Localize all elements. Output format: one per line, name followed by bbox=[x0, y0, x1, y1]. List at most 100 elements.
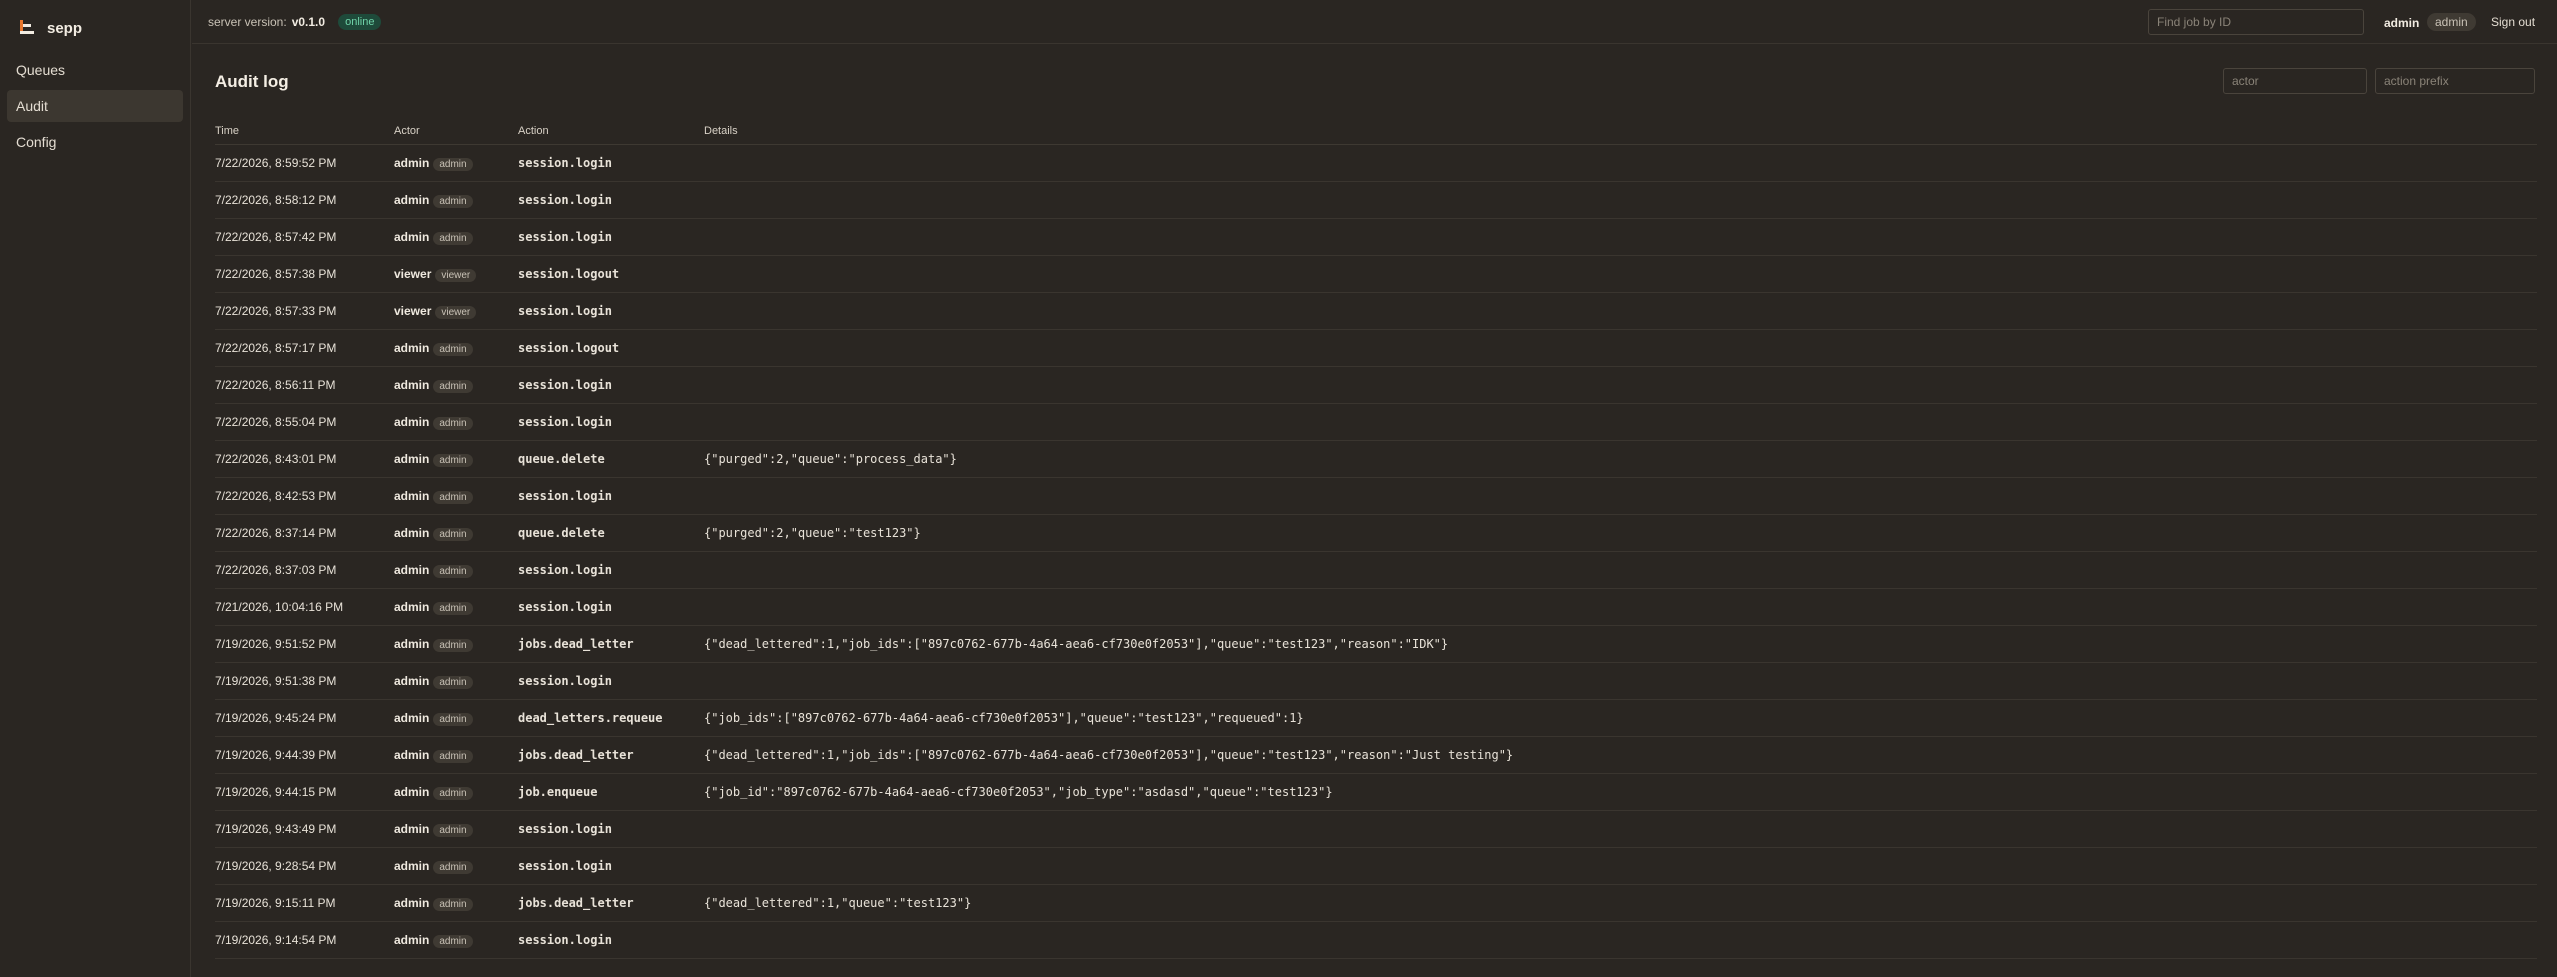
cell-details bbox=[704, 810, 2537, 848]
cell-time: 7/22/2026, 8:58:12 PM bbox=[215, 181, 394, 219]
cell-details bbox=[704, 292, 2537, 330]
cell-action: queue.delete bbox=[518, 440, 704, 478]
actor-role-badge: admin bbox=[433, 194, 473, 208]
sidebar-item-audit[interactable]: Audit bbox=[7, 90, 183, 122]
actor-name: admin bbox=[394, 710, 430, 725]
cell-details bbox=[704, 218, 2537, 256]
cell-actor: admin admin bbox=[394, 329, 518, 367]
actor-name: admin bbox=[394, 488, 430, 503]
actor-name: admin bbox=[394, 451, 430, 466]
audit-table: Time Actor Action Details 7/22/2026, 8:5… bbox=[215, 118, 2537, 959]
actor-name: admin bbox=[394, 414, 430, 429]
cell-action: jobs.dead_letter bbox=[518, 736, 704, 774]
actor-role-badge: viewer bbox=[435, 268, 477, 282]
sidebar-item-config[interactable]: Config bbox=[7, 126, 183, 158]
cell-details bbox=[704, 366, 2537, 404]
actor-role-badge: admin bbox=[433, 675, 473, 689]
cell-time: 7/22/2026, 8:42:53 PM bbox=[215, 477, 394, 515]
cell-action: session.login bbox=[518, 847, 704, 885]
actor-filter-input[interactable] bbox=[2223, 68, 2367, 94]
table-row: 7/22/2026, 8:55:04 PM admin admin session.l… bbox=[215, 403, 2537, 441]
table-row: 7/22/2026, 8:57:38 PM viewer viewer session… bbox=[215, 255, 2537, 293]
brand[interactable]: sepp bbox=[17, 17, 82, 39]
cell-action: session.login bbox=[518, 292, 704, 330]
current-user-name: admin bbox=[2384, 16, 2420, 30]
column-header-action: Action bbox=[518, 118, 704, 145]
cell-details bbox=[704, 144, 2537, 182]
cell-action: session.login bbox=[518, 181, 704, 219]
cell-action: session.login bbox=[518, 144, 704, 182]
table-row: 7/19/2026, 9:44:15 PM admin admin job.enque… bbox=[215, 773, 2537, 811]
cell-action: queue.delete bbox=[518, 514, 704, 552]
cell-actor: viewer viewer bbox=[394, 292, 518, 330]
cell-actor: admin admin bbox=[394, 921, 518, 959]
cell-details bbox=[704, 662, 2537, 700]
table-row: 7/22/2026, 8:56:11 PM admin admin session.l… bbox=[215, 366, 2537, 404]
cell-actor: admin admin bbox=[394, 810, 518, 848]
actor-role-badge: admin bbox=[433, 934, 473, 948]
actor-role-badge: admin bbox=[433, 453, 473, 467]
cell-actor: admin admin bbox=[394, 884, 518, 922]
actor-role-badge: admin bbox=[433, 860, 473, 874]
sepp-logo-icon bbox=[20, 20, 34, 34]
cell-action: session.logout bbox=[518, 255, 704, 293]
column-header-details: Details bbox=[704, 118, 2537, 145]
cell-time: 7/19/2026, 9:28:54 PM bbox=[215, 847, 394, 885]
table-row: 7/19/2026, 9:44:39 PM admin admin jobs.dead… bbox=[215, 736, 2537, 774]
cell-actor: admin admin bbox=[394, 181, 518, 219]
table-row: 7/22/2026, 8:37:03 PM admin admin session.l… bbox=[215, 551, 2537, 589]
cell-actor: admin admin bbox=[394, 588, 518, 626]
cell-time: 7/19/2026, 9:45:24 PM bbox=[215, 699, 394, 737]
cell-details: {"dead_lettered":1,"queue":"test123"} bbox=[704, 884, 2537, 922]
header-row: Time Actor Action Details bbox=[215, 118, 2537, 145]
audit-table-header: Time Actor Action Details bbox=[215, 118, 2537, 145]
sign-out-button[interactable]: Sign out bbox=[2491, 15, 2535, 29]
cell-actor: admin admin bbox=[394, 551, 518, 589]
table-row: 7/22/2026, 8:59:52 PM admin admin session.l… bbox=[215, 144, 2537, 182]
table-row: 7/19/2026, 9:43:49 PM admin admin session.l… bbox=[215, 810, 2537, 848]
cell-actor: admin admin bbox=[394, 847, 518, 885]
find-job-input[interactable] bbox=[2148, 9, 2364, 35]
cell-time: 7/22/2026, 8:59:52 PM bbox=[215, 144, 394, 182]
cell-action: jobs.dead_letter bbox=[518, 884, 704, 922]
table-row: 7/22/2026, 8:58:12 PM admin admin session.l… bbox=[215, 181, 2537, 219]
cell-actor: admin admin bbox=[394, 477, 518, 515]
cell-details bbox=[704, 921, 2537, 959]
brand-name: sepp bbox=[47, 19, 83, 37]
actor-name: admin bbox=[394, 525, 430, 540]
server-version-label: server version: bbox=[208, 15, 287, 29]
actor-name: admin bbox=[394, 673, 430, 688]
cell-details bbox=[704, 588, 2537, 626]
cell-time: 7/22/2026, 8:57:42 PM bbox=[215, 218, 394, 256]
actor-role-badge: admin bbox=[433, 601, 473, 615]
action-prefix-filter-input[interactable] bbox=[2375, 68, 2535, 94]
cell-actor: admin admin bbox=[394, 440, 518, 478]
cell-time: 7/22/2026, 8:43:01 PM bbox=[215, 440, 394, 478]
cell-time: 7/22/2026, 8:56:11 PM bbox=[215, 366, 394, 404]
topbar: server version: v0.1.0 online admin admi… bbox=[192, 0, 2557, 44]
table-row: 7/19/2026, 9:51:38 PM admin admin session.l… bbox=[215, 662, 2537, 700]
table-row: 7/21/2026, 10:04:16 PM admin admin session.… bbox=[215, 588, 2537, 626]
cell-action: session.logout bbox=[518, 329, 704, 367]
actor-role-badge: admin bbox=[433, 786, 473, 800]
sidebar-item-queues[interactable]: Queues bbox=[7, 54, 183, 86]
cell-time: 7/22/2026, 8:57:38 PM bbox=[215, 255, 394, 293]
cell-action: session.login bbox=[518, 403, 704, 441]
cell-time: 7/22/2026, 8:37:03 PM bbox=[215, 551, 394, 589]
table-row: 7/22/2026, 8:37:14 PM admin admin queue.del… bbox=[215, 514, 2537, 552]
actor-name: viewer bbox=[394, 303, 432, 318]
actor-name: admin bbox=[394, 636, 430, 651]
cell-actor: admin admin bbox=[394, 773, 518, 811]
table-row: 7/22/2026, 8:42:53 PM admin admin session.l… bbox=[215, 477, 2537, 515]
cell-actor: admin admin bbox=[394, 736, 518, 774]
actor-name: admin bbox=[394, 895, 430, 910]
actor-role-badge: admin bbox=[433, 416, 473, 430]
cell-action: session.login bbox=[518, 551, 704, 589]
cell-details: {"job_id":"897c0762-677b-4a64-aea6-cf730… bbox=[704, 773, 2537, 811]
actor-role-badge: admin bbox=[433, 157, 473, 171]
actor-role-badge: admin bbox=[433, 638, 473, 652]
sidebar: sepp Queues Audit Config bbox=[0, 0, 191, 977]
actor-name: admin bbox=[394, 932, 430, 947]
actor-role-badge: admin bbox=[433, 527, 473, 541]
actor-name: admin bbox=[394, 821, 430, 836]
